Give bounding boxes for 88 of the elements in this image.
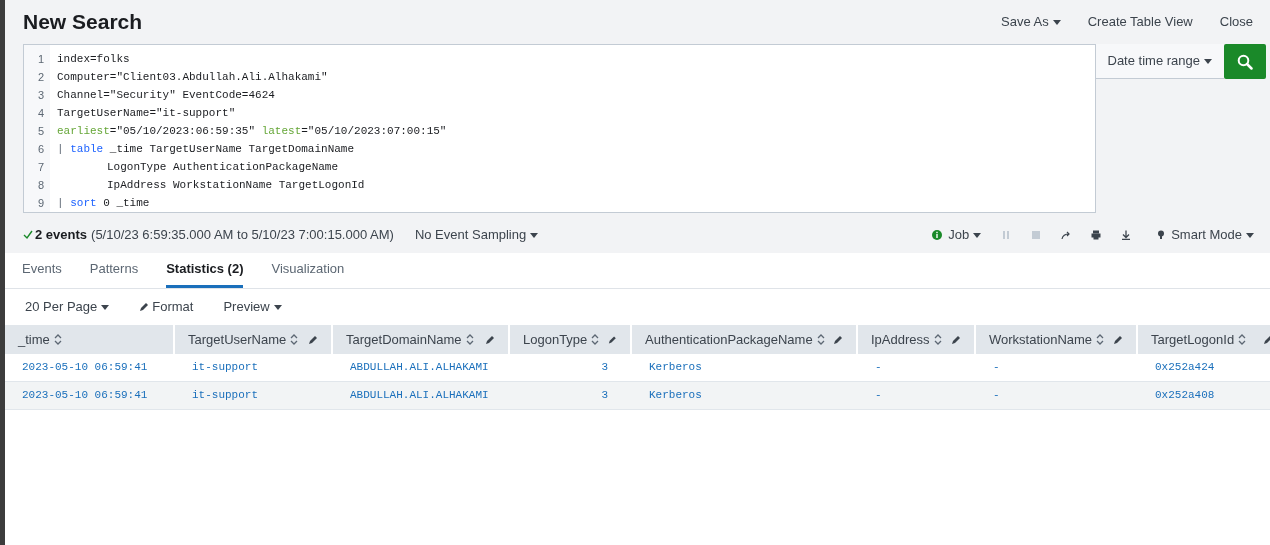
search-button[interactable] [1224,44,1266,79]
pencil-icon [951,334,961,345]
table-cell[interactable]: - [993,387,1000,404]
caret-icon [101,304,110,310]
table-cell[interactable]: it-support [192,387,258,404]
pencil-icon [833,334,843,345]
page-title: New Search [23,9,143,36]
download-button[interactable] [1121,230,1132,240]
header-action[interactable]: Save As [1001,12,1061,32]
code-line: Channel="Security" EventCode=4624 [57,88,276,103]
code-line: index=folks [57,52,131,67]
time-range-picker[interactable]: Date time range [1095,44,1224,79]
line-number: 7 [36,160,44,175]
code-line: LogonType AuthenticationPackageName [106,160,340,175]
sort-icon [1096,334,1105,345]
sort-icon [933,334,942,345]
line-number: 9 [36,196,44,211]
lightbulb-icon [1157,230,1166,240]
mode-menu[interactable]: Smart Mode [1157,225,1254,245]
table-cell[interactable]: it-support [192,359,258,376]
table-cell[interactable]: 3 [601,387,608,404]
table-cell[interactable]: 2023-05-10 06:59:41 [22,359,148,376]
table-control[interactable]: 20 Per Page [25,297,110,317]
table-cell[interactable]: 3 [601,359,608,376]
line-number: 3 [36,88,44,103]
sort-icon [53,334,62,345]
line-number: 8 [36,178,44,193]
caret-icon [530,232,539,238]
pencil-icon [608,334,617,345]
pencil-icon [139,302,150,312]
code-line: IpAddress WorkstationName TargetLogonId [106,178,366,193]
table-cell[interactable]: ABDULLAH.ALI.ALHAKAMI [350,359,489,376]
table-cell[interactable]: 0x252a408 [1155,387,1215,404]
table-cell[interactable]: - [875,387,882,404]
code-line: Computer="Client03.Abdullah.Ali.Alhakami" [57,70,329,85]
download-icon [1121,230,1132,240]
table-cell[interactable]: 2023-05-10 06:59:41 [22,387,148,404]
pencil-icon [485,334,495,345]
sort-icon [465,334,474,345]
table-cell[interactable]: ABDULLAH.ALI.ALHAKAMI [350,387,489,404]
table-cell[interactable]: 0x252a424 [1155,359,1215,376]
sampling-dropdown[interactable]: No Event Sampling [414,225,539,245]
caret-icon [1052,19,1061,25]
search-icon [1237,53,1253,70]
code-line: TargetUserName="it-support" [57,106,237,121]
info-icon [932,230,943,240]
line-number: 5 [36,124,44,139]
stop-icon [1031,230,1042,240]
print-icon [1091,230,1102,240]
sort-icon [816,334,825,345]
header-action[interactable]: Create Table View [1087,12,1193,32]
search-editor[interactable] [23,44,1096,213]
code-line: | table _time TargetUserName TargetDomainName [57,142,356,157]
caret-icon [1246,232,1254,238]
caret-icon [1204,58,1212,64]
sort-icon [1238,334,1247,345]
code-line: | sort 0 _time [57,196,151,211]
line-number: 4 [36,106,44,121]
caret-icon [973,232,982,238]
line-number: 6 [36,142,44,157]
pause-icon [1001,230,1012,240]
checkmark-icon [23,230,33,240]
code-line: earliest="05/10/2023:06:59:35" latest="05/10/2023:07:00:15" [57,124,447,139]
print-button[interactable] [1091,230,1102,240]
share-icon [1061,230,1072,240]
table-cell[interactable]: - [875,359,882,376]
pencil-icon [1113,334,1123,345]
table-control[interactable]: Preview [223,297,282,317]
line-number: 1 [36,52,44,67]
pencil-icon [308,334,318,345]
share-button[interactable] [1061,230,1072,240]
sort-icon [591,334,600,345]
time-range-text: (5/10/23 6:59:35.000 AM to 5/10/23 7:00:15.000 AM) [91,226,394,245]
header-action[interactable]: Close [1219,12,1253,32]
table-cell[interactable]: Kerberos [649,387,702,404]
tab[interactable]: Visualization [271,253,345,288]
tab[interactable]: Statistics (2) [166,253,244,288]
tab[interactable]: Patterns [89,253,139,288]
caret-icon [273,304,282,310]
table-cell[interactable]: - [993,359,1000,376]
sort-icon [290,334,299,345]
line-number: 2 [36,70,44,85]
pencil-icon [1263,334,1270,345]
table-control[interactable]: Format [139,297,194,317]
tab[interactable]: Events [22,253,62,288]
event-count: 2 events [35,226,88,245]
job-menu[interactable]: Job [932,225,982,245]
table-cell[interactable]: Kerberos [649,359,702,376]
